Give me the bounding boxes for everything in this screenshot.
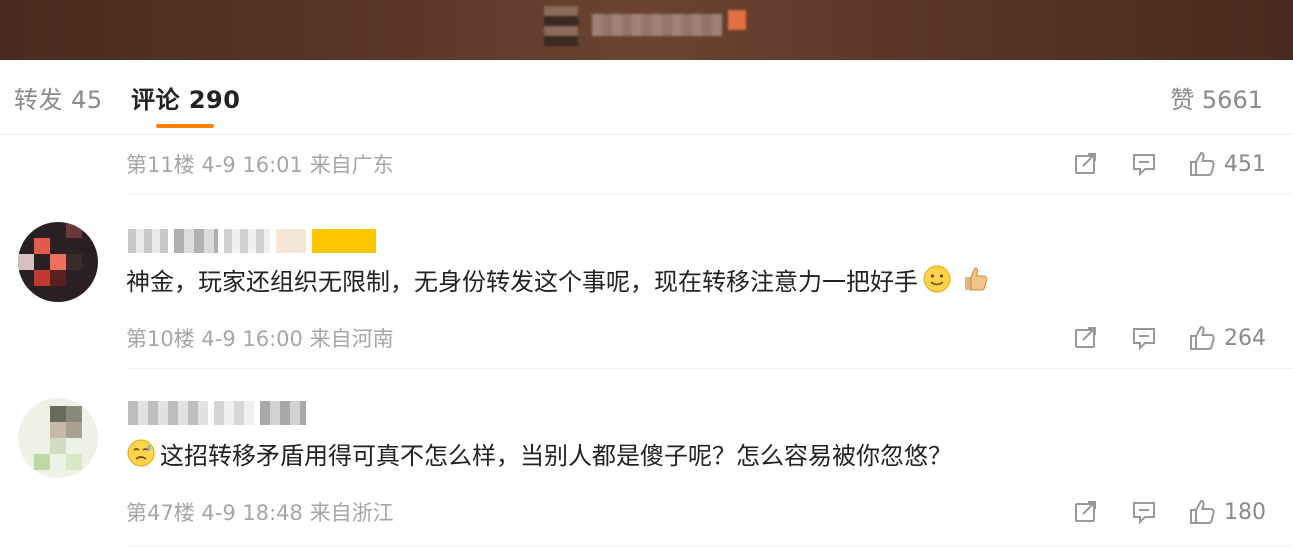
thumbs-up-emoji: [960, 264, 990, 294]
smile-emoji: [922, 264, 952, 294]
repost-icon[interactable]: [1072, 324, 1100, 352]
thumbs-up-icon[interactable]: [1188, 324, 1216, 352]
comment-divider: [126, 194, 1293, 195]
comment-meta: 第47楼 4-9 18:48 来自浙江: [126, 501, 394, 525]
comment-icon[interactable]: [1130, 150, 1158, 178]
comment-actions: 264: [1042, 318, 1266, 358]
comment-text: 这招转移矛盾用得可真不怎么样，当别人都是傻子呢？怎么容易被你忽悠？: [160, 441, 952, 470]
like-count: 180: [1224, 499, 1266, 525]
comment-meta-row: 第11楼 4-9 16:01 来自广东 451: [126, 144, 1266, 184]
tab-comments[interactable]: 评论 290: [131, 80, 240, 115]
comment-body: 神金，玩家还组织无限制，无身份转发这个事呢，现在转移注意力一把好手: [126, 262, 994, 296]
blurred-badge: [728, 10, 746, 30]
comment-meta: 第10楼 4-9 16:00 来自河南: [126, 327, 394, 351]
vip-badge: [312, 229, 376, 253]
repost-icon[interactable]: [1072, 150, 1100, 178]
comment-tabs: 转发 45 评论 290 赞 5661: [0, 60, 1293, 135]
blurred-username: [592, 14, 722, 36]
repost-icon[interactable]: [1072, 498, 1100, 526]
tab-likes[interactable]: 赞 5661: [1170, 80, 1263, 115]
comment-icon[interactable]: [1130, 324, 1158, 352]
user-badge: [276, 229, 306, 253]
comment-icon[interactable]: [1130, 498, 1158, 526]
like-count: 264: [1224, 325, 1266, 351]
username-blurred[interactable]: [128, 398, 312, 428]
comment-divider: [126, 368, 1293, 369]
tab-repost[interactable]: 转发 45: [14, 80, 103, 115]
comment-meta-row: 第47楼 4-9 18:48 来自浙江 180: [126, 492, 1266, 532]
comment-actions: 451: [1042, 144, 1266, 184]
comment-meta: 第11楼 4-9 16:01 来自广东: [126, 153, 394, 177]
comment-divider: [126, 546, 1293, 547]
comment-text: 神金，玩家还组织无限制，无身份转发这个事呢，现在转移注意力一把好手: [126, 267, 918, 296]
thumbs-up-icon[interactable]: [1188, 498, 1216, 526]
like-count: 451: [1224, 151, 1266, 177]
comment-body: 这招转移矛盾用得可真不怎么样，当别人都是傻子呢？怎么容易被你忽悠？: [126, 436, 952, 470]
blurred-avatar: [544, 6, 578, 46]
username-blurred[interactable]: [128, 226, 382, 256]
avatar[interactable]: [18, 222, 98, 302]
thumbs-up-icon[interactable]: [1188, 150, 1216, 178]
comment-meta-row: 第10楼 4-9 16:00 来自河南 264: [126, 318, 1266, 358]
avatar[interactable]: [18, 398, 98, 478]
profile-header-bar: [0, 0, 1293, 60]
active-tab-indicator: [156, 124, 214, 128]
comment-actions: 180: [1042, 492, 1266, 532]
sweat-emoji: [126, 438, 156, 468]
